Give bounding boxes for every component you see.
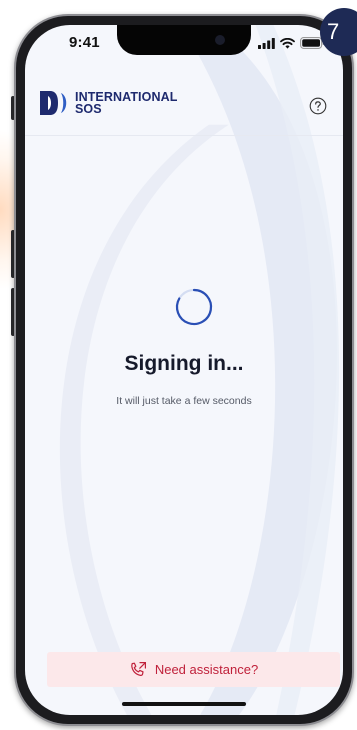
international-sos-logo-icon xyxy=(40,91,67,115)
loading-spinner-icon xyxy=(175,288,213,326)
phone-call-icon xyxy=(131,661,146,676)
screenshot-stage: 9:41 INTERNATIONAL SOS Signing in... It … xyxy=(0,0,357,730)
need-assistance-button[interactable]: Need assistance? xyxy=(47,652,340,687)
phone-notch xyxy=(117,25,251,55)
front-camera xyxy=(215,35,225,45)
status-bar-time: 9:41 xyxy=(69,34,100,51)
status-bar-icons xyxy=(258,37,325,49)
logo-line-sos: SOS xyxy=(75,102,102,116)
page-title: Signing in... xyxy=(124,352,244,375)
home-indicator[interactable] xyxy=(122,702,246,706)
page-subtitle: It will just take a few seconds xyxy=(116,395,252,407)
phone-screen: 9:41 INTERNATIONAL SOS Signing in... It … xyxy=(25,25,343,715)
signal-bars-icon xyxy=(258,37,275,49)
logo-wordmark: INTERNATIONAL SOS xyxy=(75,91,177,116)
help-icon[interactable] xyxy=(309,97,327,115)
international-sos-logo: INTERNATIONAL SOS xyxy=(39,90,177,116)
phone-frame: 9:41 INTERNATIONAL SOS Signing in... It … xyxy=(14,14,354,726)
wifi-icon xyxy=(280,37,295,49)
need-assistance-label: Need assistance? xyxy=(154,662,259,677)
app-header: INTERNATIONAL SOS xyxy=(25,81,343,136)
